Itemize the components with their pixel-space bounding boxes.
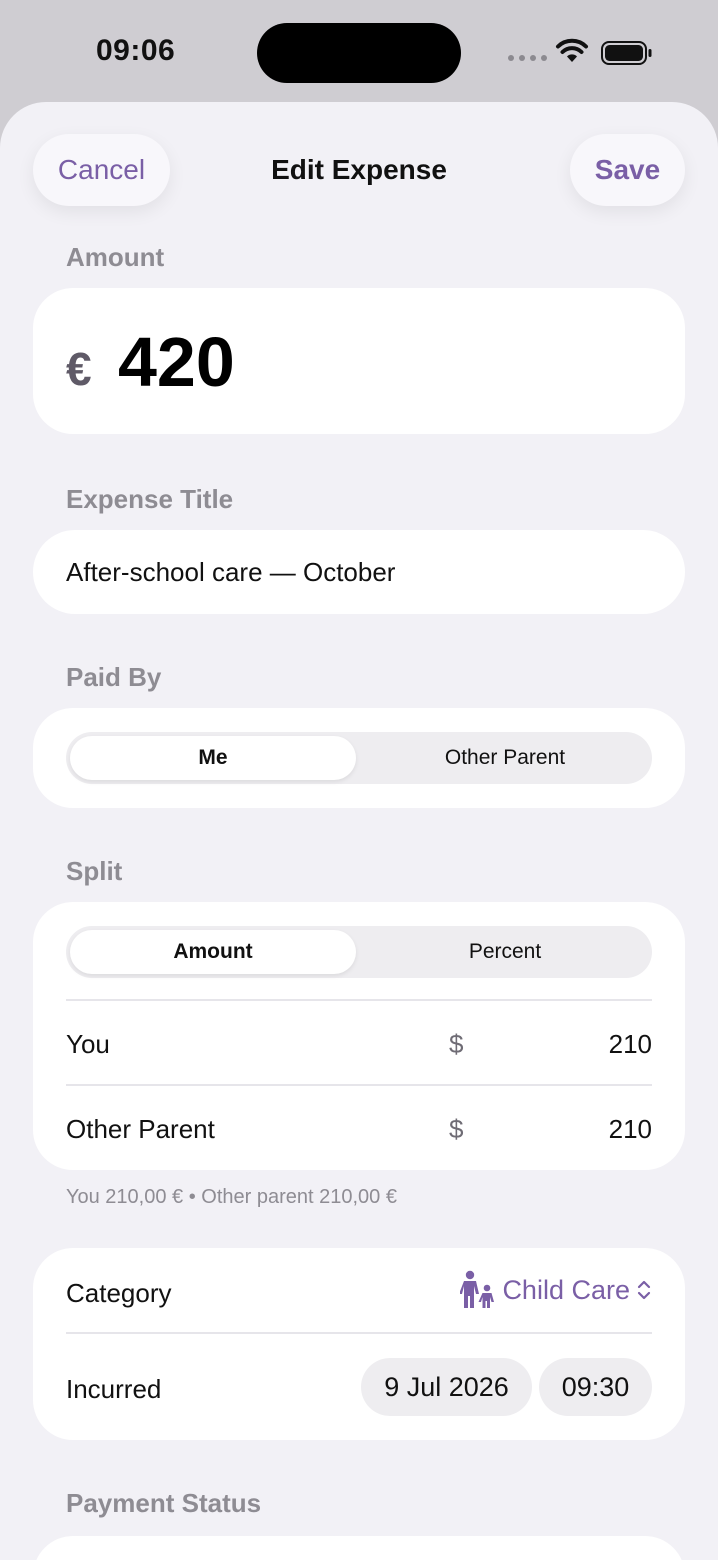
incurred-label: Incurred — [66, 1374, 162, 1404]
save-button[interactable]: Save — [570, 134, 685, 206]
expense-title-field[interactable]: After-school care — October — [33, 530, 685, 614]
paid-by-option-other-parent[interactable]: Other Parent — [362, 736, 648, 780]
paid-by-option-me[interactable]: Me — [70, 736, 356, 780]
category-label: Category — [66, 1278, 172, 1308]
cellular-signal-icon — [508, 55, 547, 61]
paid-by-segmented-control: Me Other Parent — [66, 732, 652, 784]
split-row-other-label: Other Parent — [66, 1114, 215, 1144]
amount-field[interactable]: € 420 — [33, 288, 685, 434]
incurred-time-button[interactable]: 09:30 — [539, 1358, 652, 1416]
paid-by-card: Me Other Parent — [33, 708, 685, 808]
split-mode-percent[interactable]: Percent — [362, 930, 648, 974]
split-label: Split — [66, 856, 123, 886]
dynamic-island — [257, 23, 461, 83]
chevron-up-down-icon — [637, 1280, 651, 1300]
category-picker[interactable]: Child Care — [460, 1270, 652, 1310]
split-row-you-value[interactable]: 210 — [609, 1029, 652, 1060]
currency-symbol: € — [66, 343, 92, 395]
amount-value: 420 — [118, 323, 235, 401]
split-row-you-currency: $ — [449, 1029, 464, 1059]
amount-label: Amount — [66, 242, 165, 272]
split-summary: You 210,00 € • Other parent 210,00 € — [66, 1186, 397, 1208]
payment-status-label: Payment Status — [66, 1488, 262, 1518]
expense-title-value: After-school care — October — [66, 557, 396, 587]
payment-status-card — [33, 1536, 685, 1560]
battery-icon — [601, 41, 652, 65]
split-mode-amount[interactable]: Amount — [70, 930, 356, 974]
split-row-you-label: You — [66, 1029, 110, 1059]
paid-by-label: Paid By — [66, 662, 162, 692]
split-card: Amount Percent You $ 210 Other Parent $ … — [33, 902, 685, 1170]
expense-title-label: Expense Title — [66, 484, 234, 514]
divider — [66, 1332, 652, 1334]
divider — [66, 999, 652, 1001]
split-row-other-currency: $ — [449, 1114, 464, 1144]
wifi-icon — [556, 38, 588, 62]
split-mode-segmented-control: Amount Percent — [66, 926, 652, 978]
edit-expense-sheet: Cancel Edit Expense Save Amount € 420 Ex… — [0, 102, 718, 1560]
incurred-date-button[interactable]: 9 Jul 2026 — [361, 1358, 532, 1416]
family-icon — [460, 1270, 495, 1308]
split-row-other-value[interactable]: 210 — [609, 1114, 652, 1145]
status-bar: 09:06 — [0, 0, 718, 102]
category-value: Child Care — [502, 1274, 630, 1305]
status-time: 09:06 — [96, 34, 176, 67]
divider — [66, 1084, 652, 1086]
